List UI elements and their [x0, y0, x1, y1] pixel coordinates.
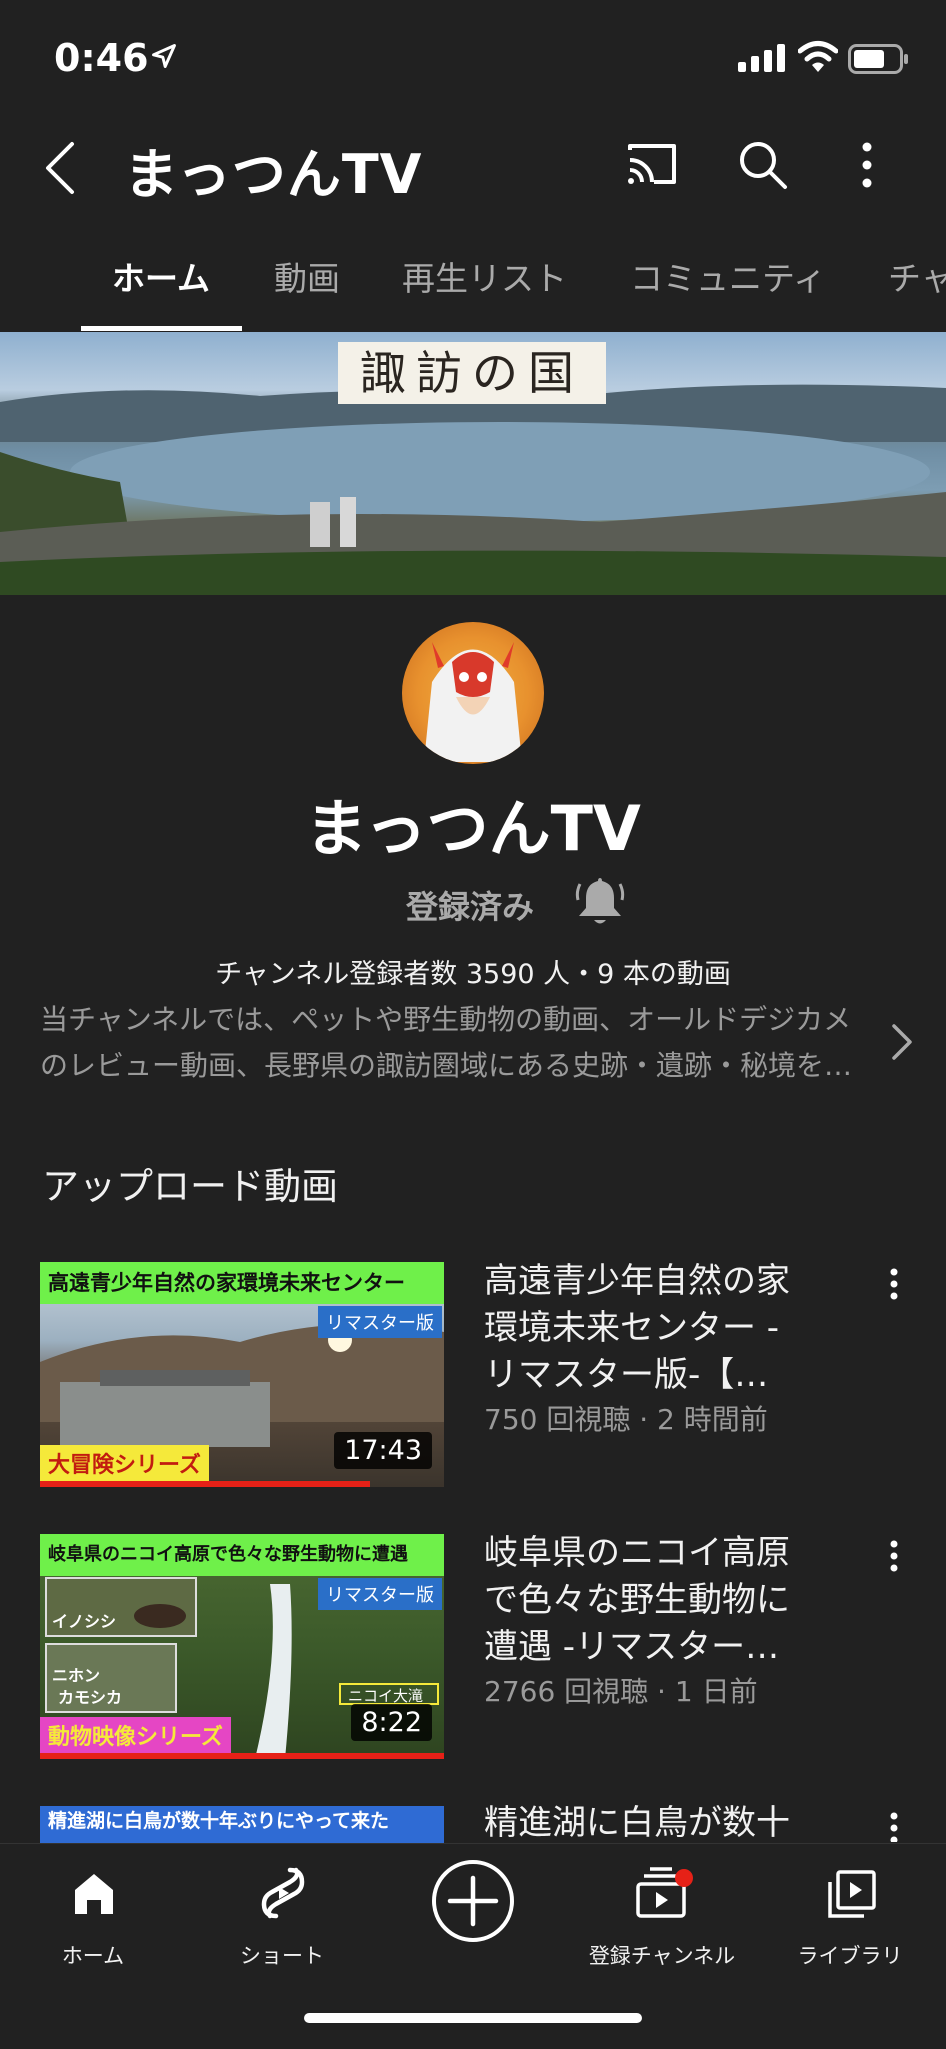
- nav-shorts[interactable]: ショート: [192, 1864, 372, 1974]
- video-title-line: 高遠青少年自然の家: [484, 1261, 790, 1301]
- thumbnail-title-text: 岐阜県のニコイ高原で色々な野生動物に遭遇: [40, 1534, 444, 1576]
- video-title-line: リマスター版-【…: [484, 1355, 769, 1395]
- video-duration: 17:43: [334, 1432, 432, 1469]
- video-thumbnail[interactable]: 岐阜県のニコイ高原で色々な野生動物に遭遇 リマスター版 イノシシ ニホン カモシ…: [40, 1534, 444, 1759]
- thumbnail-label: カモシカ: [58, 1688, 123, 1707]
- nav-subscriptions-label: 登録チャンネル: [588, 1944, 736, 1968]
- library-icon: [828, 1870, 876, 1918]
- channel-description-line[interactable]: のレビュー動画、長野県の諏訪圏域にある史跡・遺跡・秘境を…: [40, 1044, 852, 1084]
- back-arrow-icon[interactable]: [40, 140, 80, 196]
- banner-title: 諏訪の国: [338, 342, 606, 404]
- active-tab-indicator: [81, 326, 242, 331]
- video-title-line: 遭遇 -リマスター…: [484, 1627, 780, 1667]
- cast-icon[interactable]: [624, 140, 680, 188]
- video-duration: 8:22: [351, 1704, 432, 1741]
- nav-library-label: ライブラリ: [797, 1944, 903, 1968]
- video-title-line: 環境未来センター -: [484, 1308, 780, 1348]
- tab-channels[interactable]: チャ: [888, 252, 946, 300]
- thumbnail-label: ニコイ大滝: [348, 1687, 424, 1705]
- video-meta: 750 回視聴 · 2 時間前: [484, 1403, 768, 1436]
- watch-progress-bar: [40, 1481, 370, 1487]
- tab-home[interactable]: ホーム: [112, 252, 210, 300]
- series-badge: 動物映像シリーズ: [40, 1717, 231, 1753]
- home-indicator[interactable]: [304, 2013, 642, 2023]
- remaster-badge: リマスター版: [318, 1578, 442, 1610]
- channel-name: まっつんTV: [305, 792, 641, 865]
- search-icon[interactable]: [738, 140, 788, 190]
- thumbnail-title-text: 高遠青少年自然の家環境未来センター: [40, 1262, 444, 1304]
- nav-home[interactable]: ホーム: [3, 1864, 183, 1974]
- subscribed-button[interactable]: 登録済み: [406, 882, 534, 928]
- more-options-icon[interactable]: [860, 140, 874, 190]
- video-title[interactable]: 高遠青少年自然の家 環境未来センター - リマスター版-【…: [484, 1258, 864, 1399]
- video-title-line: 精進湖に白鳥が数十: [484, 1803, 790, 1843]
- video-meta: 2766 回視聴 · 1 日前: [484, 1675, 758, 1708]
- series-badge: 大冒険シリーズ: [40, 1445, 209, 1481]
- avatar-illustration: [424, 642, 522, 762]
- nav-home-label: ホーム: [61, 1944, 125, 1968]
- nav-shorts-label: ショート: [240, 1944, 324, 1968]
- header-title: まっつんTV: [124, 143, 423, 206]
- nav-subscriptions[interactable]: 登録チャンネル: [572, 1864, 752, 1974]
- video-more-options-icon[interactable]: [888, 1812, 900, 1842]
- video-thumbnail[interactable]: 精進湖に白鳥が数十年ぶりにやって来た: [40, 1806, 444, 1843]
- tab-community[interactable]: コミュニティ: [630, 252, 826, 300]
- video-thumbnail[interactable]: 高遠青少年自然の家環境未来センター リマスター版 大冒険シリーズ 17:43: [40, 1262, 444, 1487]
- thumbnail-label: イノシシ: [52, 1612, 117, 1631]
- channel-avatar: [402, 622, 544, 764]
- channel-banner: 諏訪の国: [0, 332, 946, 595]
- video-more-options-icon[interactable]: [888, 1268, 900, 1300]
- remaster-badge: リマスター版: [318, 1306, 442, 1338]
- watch-progress-bar: [40, 1753, 444, 1759]
- create-plus-icon[interactable]: [430, 1858, 516, 1944]
- location-arrow-icon: [152, 44, 176, 68]
- tab-videos[interactable]: 動画: [274, 252, 340, 300]
- subscriptions-icon: [636, 1867, 693, 1918]
- video-title-line: で色々な野生動物に: [484, 1580, 790, 1620]
- video-more-options-icon[interactable]: [888, 1540, 900, 1572]
- video-title-line: 岐阜県のニコイ高原: [484, 1533, 790, 1573]
- battery-icon: [848, 44, 908, 74]
- thumbnail-title-text: 精進湖に白鳥が数十年ぶりにやって来た: [40, 1806, 444, 1843]
- cellular-signal-icon: [738, 44, 785, 72]
- status-time: 0:46: [54, 36, 149, 80]
- shorts-icon: [261, 1867, 305, 1919]
- uploads-section-heading: アップロード動画: [42, 1165, 338, 1208]
- wifi-icon: [798, 41, 838, 72]
- video-title[interactable]: 精進湖に白鳥が数十: [484, 1800, 864, 1843]
- chevron-right-icon[interactable]: [890, 1022, 914, 1062]
- channel-stats: チャンネル登録者数 3590 人・9 本の動画: [215, 959, 731, 990]
- tab-playlists[interactable]: 再生リスト: [402, 252, 567, 300]
- thumbnail-label: ニホン: [52, 1666, 101, 1685]
- nav-library[interactable]: ライブラリ: [760, 1864, 940, 1974]
- home-icon: [75, 1874, 113, 1914]
- channel-description-line[interactable]: 当チャンネルでは、ペットや野生動物の動画、オールドデジカメ: [40, 998, 851, 1038]
- video-title[interactable]: 岐阜県のニコイ高原 で色々な野生動物に 遭遇 -リマスター…: [484, 1530, 864, 1671]
- notification-bell-icon[interactable]: [574, 874, 626, 928]
